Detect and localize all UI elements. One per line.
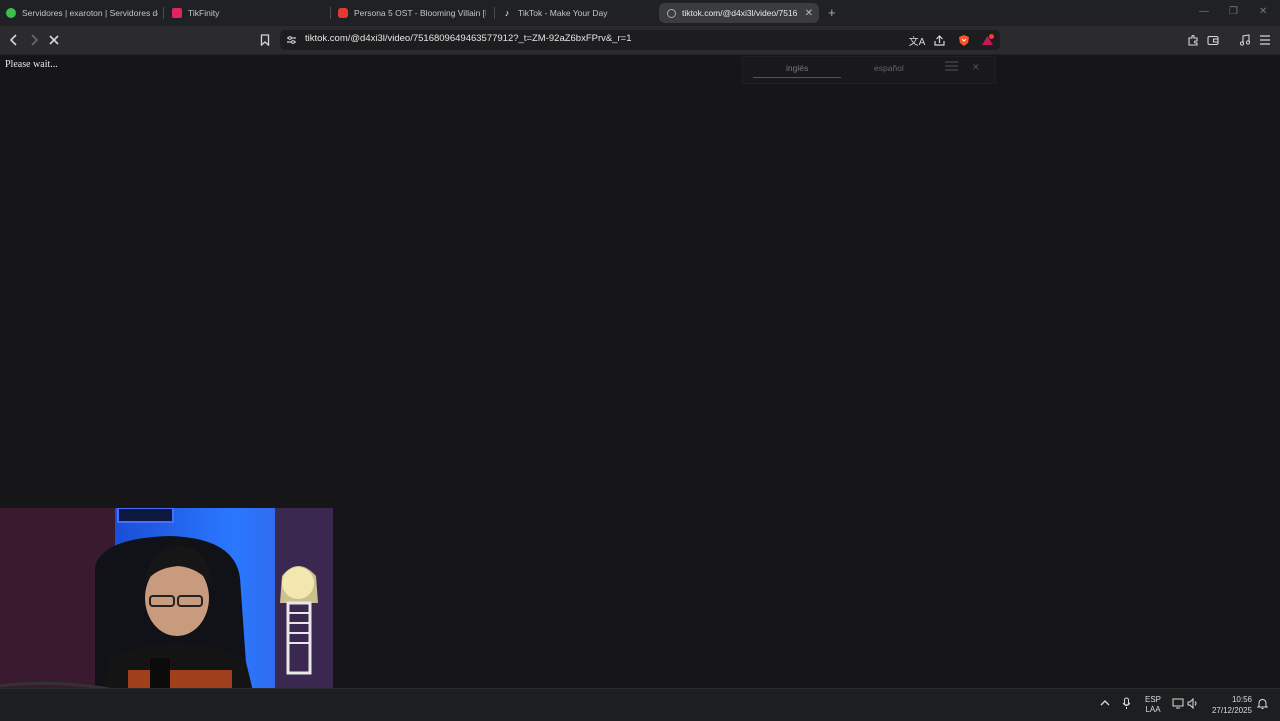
- forward-arrow-icon[interactable]: [25, 31, 43, 49]
- translate-icon[interactable]: 文A: [908, 31, 926, 49]
- selected-language-underline: [753, 77, 841, 78]
- brave-shield-icon[interactable]: [955, 31, 973, 49]
- volume-icon[interactable]: [1187, 697, 1199, 711]
- translate-options-icon[interactable]: [945, 61, 958, 73]
- tab-tiktok-video[interactable]: tiktok.com/@d4xi3l/video/7516 ✕: [659, 3, 819, 23]
- loading-message: Please wait...: [5, 59, 58, 70]
- loading-favicon-icon: [667, 8, 676, 18]
- url-text[interactable]: tiktok.com/@d4xi3l/video/751680964946357…: [305, 33, 632, 44]
- tab-separator: [163, 7, 164, 19]
- clock-time: 10:56: [1231, 695, 1252, 704]
- translate-bar: inglés español ✕: [742, 56, 996, 84]
- tab-persona[interactable]: Persona 5 OST - Blooming Villain [Ex: [338, 3, 486, 23]
- notifications-icon[interactable]: [1256, 698, 1269, 712]
- target-language-option[interactable]: español: [874, 63, 904, 73]
- tab-title: TikFinity: [188, 8, 220, 18]
- tab-separator: [330, 7, 331, 19]
- show-hidden-icons-icon[interactable]: [1100, 699, 1110, 710]
- tab-strip: Servidores | exaroton | Servidores de Ti…: [0, 0, 1280, 26]
- new-tab-icon[interactable]: +: [828, 5, 836, 20]
- menu-icon[interactable]: [1256, 31, 1274, 49]
- back-arrow-icon[interactable]: [5, 31, 23, 49]
- language-code: ESP: [1145, 695, 1162, 704]
- close-tab-icon[interactable]: ✕: [805, 8, 813, 19]
- site-settings-icon[interactable]: [282, 31, 300, 49]
- tab-title: Servidores | exaroton | Servidores de: [22, 8, 158, 18]
- exaroton-favicon-icon: [6, 8, 16, 18]
- minimize-icon[interactable]: —: [1199, 6, 1209, 17]
- wallet-icon[interactable]: [1204, 31, 1222, 49]
- tab-title: TikTok - Make Your Day: [518, 8, 608, 18]
- tab-exaroton[interactable]: Servidores | exaroton | Servidores de: [6, 3, 158, 23]
- tab-separator: [494, 7, 495, 19]
- extensions-icon[interactable]: [1184, 31, 1202, 49]
- taskbar: [0, 688, 1280, 721]
- bookmark-icon[interactable]: [256, 31, 274, 49]
- media-playlist-icon[interactable]: [1236, 31, 1254, 49]
- microphone-icon[interactable]: [1122, 697, 1131, 712]
- tab-title: Persona 5 OST - Blooming Villain [Ex: [354, 8, 486, 18]
- source-language-option[interactable]: inglés: [786, 63, 808, 73]
- clock[interactable]: 10:56 27/12/2025: [1208, 694, 1252, 716]
- share-icon[interactable]: [931, 31, 949, 49]
- tab-title: tiktok.com/@d4xi3l/video/7516: [682, 8, 798, 18]
- keyboard-layout: LAA: [1145, 705, 1161, 714]
- stop-loading-icon[interactable]: [45, 31, 63, 49]
- close-translate-icon[interactable]: ✕: [972, 62, 980, 73]
- brave-rewards-icon[interactable]: [978, 31, 996, 49]
- tiktok-favicon-icon: ♪: [504, 8, 510, 18]
- youtube-favicon-icon: [338, 8, 348, 18]
- network-icon[interactable]: [1172, 698, 1184, 711]
- input-language-indicator[interactable]: ESP LAA: [1145, 695, 1161, 715]
- tikfinity-favicon-icon: [172, 8, 182, 18]
- restore-icon[interactable]: ❐: [1229, 6, 1238, 17]
- tab-tiktok[interactable]: ♪ TikTok - Make Your Day: [502, 3, 652, 23]
- clock-date: 27/12/2025: [1211, 706, 1252, 715]
- close-window-icon[interactable]: ✕: [1259, 6, 1267, 17]
- tab-tikfinity[interactable]: TikFinity: [172, 3, 322, 23]
